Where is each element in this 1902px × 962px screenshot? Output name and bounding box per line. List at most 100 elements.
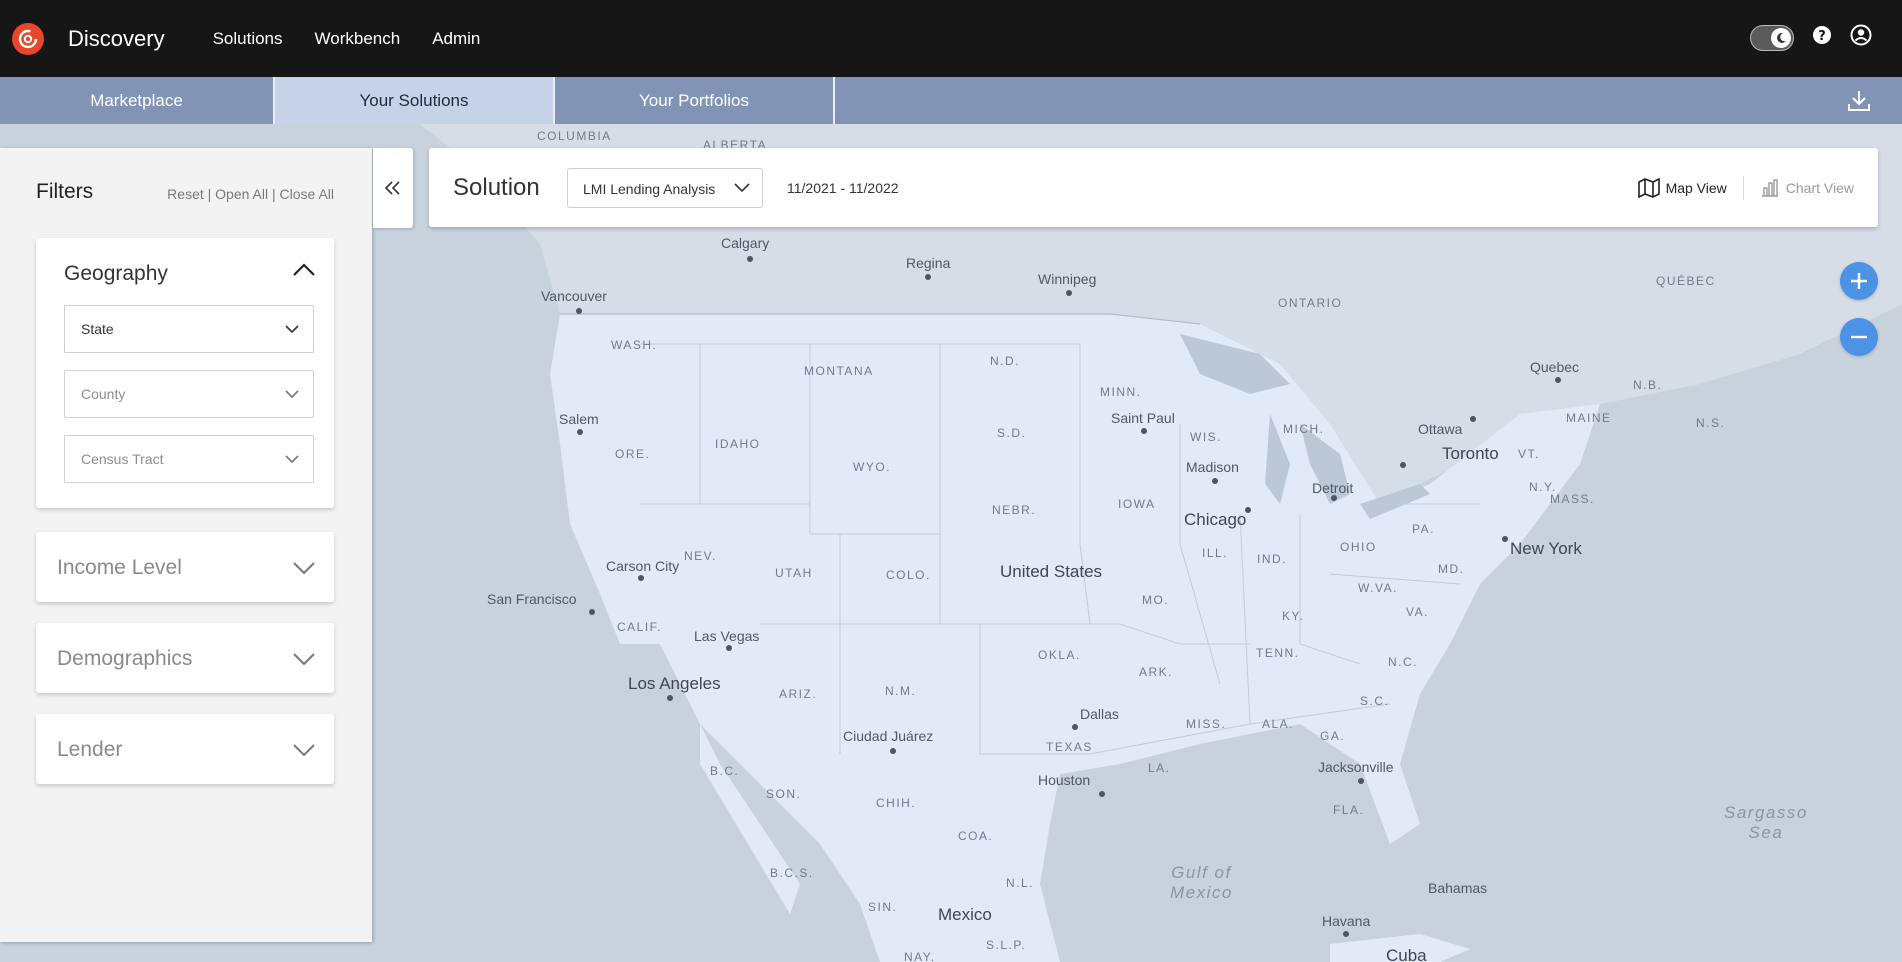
map-label-carson-city: Carson City bbox=[606, 558, 680, 574]
download-icon[interactable] bbox=[1846, 88, 1872, 119]
map-label-minn: MINN. bbox=[1100, 385, 1142, 399]
map-label-nay: NAY. bbox=[904, 950, 936, 962]
nav-workbench[interactable]: Workbench bbox=[315, 29, 401, 49]
city-dot bbox=[1072, 724, 1078, 730]
zoom-out-button[interactable] bbox=[1840, 318, 1878, 356]
map-label-idaho: IDAHO bbox=[715, 437, 761, 451]
chart-view-button[interactable]: Chart View bbox=[1760, 178, 1854, 198]
map-label-madison: Madison bbox=[1186, 459, 1239, 475]
theme-toggle[interactable] bbox=[1750, 24, 1794, 51]
city-dot bbox=[726, 645, 732, 651]
city-dot bbox=[1099, 791, 1105, 797]
income-level-title: Income Level bbox=[57, 556, 182, 579]
plus-icon bbox=[1851, 273, 1867, 289]
chevron-down-icon bbox=[734, 183, 750, 193]
tab-your-portfolios[interactable]: Your Portfolios bbox=[555, 77, 835, 124]
separator: | bbox=[272, 186, 276, 202]
city-dot bbox=[1358, 778, 1364, 784]
map-label-salem: Salem bbox=[559, 411, 599, 427]
city-dot bbox=[1212, 478, 1218, 484]
county-select-label: County bbox=[81, 386, 126, 402]
view-divider bbox=[1742, 176, 1744, 200]
map-label-maine: MAINE bbox=[1566, 411, 1612, 425]
geography-title: Geography bbox=[64, 262, 168, 285]
user-icon[interactable] bbox=[1850, 24, 1872, 51]
map-label-nebr: NEBR. bbox=[992, 503, 1037, 517]
demographics-card[interactable]: Demographics bbox=[36, 623, 334, 693]
census-tract-select[interactable]: Census Tract bbox=[64, 435, 314, 483]
solution-select[interactable]: LMI Lending Analysis bbox=[567, 168, 763, 208]
city-dot bbox=[890, 748, 896, 754]
top-nav-bar: Discovery Solutions Workbench Admin ? bbox=[0, 0, 1902, 77]
map-label-gulf-of-mexico: Gulf of Mexico bbox=[1170, 863, 1233, 902]
chevron-up-icon[interactable] bbox=[292, 262, 316, 283]
map-view-label: Map View bbox=[1665, 180, 1727, 196]
map-label-houston: Houston bbox=[1038, 772, 1091, 788]
city-dot bbox=[1245, 507, 1251, 513]
map-label-ottawa: Ottawa bbox=[1418, 421, 1463, 437]
tab-your-solutions[interactable]: Your Solutions bbox=[275, 77, 555, 124]
state-select[interactable]: State bbox=[64, 305, 314, 353]
filter-actions: Reset | Open All | Close All bbox=[167, 186, 334, 202]
nav-admin[interactable]: Admin bbox=[432, 29, 480, 49]
map-label-wyo: WYO. bbox=[853, 460, 891, 474]
map-label-vancouver: Vancouver bbox=[541, 288, 607, 304]
map-label-tenn: TENN. bbox=[1256, 646, 1300, 660]
lender-card[interactable]: Lender bbox=[36, 714, 334, 784]
map-label-texas: TEXAS bbox=[1046, 740, 1093, 754]
state-select-label: State bbox=[81, 321, 114, 337]
open-all-link[interactable]: Open All bbox=[215, 186, 268, 202]
map-label-coa: COA. bbox=[958, 829, 994, 843]
map-label-bc: B.C. bbox=[710, 764, 740, 778]
map-label-quebec: Quebec bbox=[1530, 359, 1580, 375]
map-label-chih: CHIH. bbox=[876, 796, 917, 810]
zoom-in-button[interactable] bbox=[1840, 262, 1878, 300]
city-dot bbox=[925, 274, 931, 280]
date-range: 11/2021 - 11/2022 bbox=[787, 180, 899, 196]
bar-chart-icon bbox=[1761, 179, 1778, 197]
income-level-card[interactable]: Income Level bbox=[36, 532, 334, 602]
solution-select-value: LMI Lending Analysis bbox=[583, 181, 716, 197]
nav-solutions[interactable]: Solutions bbox=[213, 29, 283, 49]
demographics-title: Demographics bbox=[57, 647, 193, 670]
map-label-slp: S.L.P. bbox=[986, 938, 1027, 952]
map-label-mass: MASS. bbox=[1550, 492, 1595, 506]
map-label-mo: MO. bbox=[1142, 593, 1170, 607]
map-label-calif: CALIF. bbox=[617, 620, 663, 634]
close-all-link[interactable]: Close All bbox=[280, 186, 334, 202]
map-label-mich: MICH. bbox=[1283, 422, 1325, 436]
filters-sidebar: Filters Reset | Open All | Close All Geo… bbox=[0, 148, 372, 942]
app-title: Discovery bbox=[68, 25, 165, 51]
map-label-ark: ARK. bbox=[1139, 665, 1174, 679]
map-label-bahamas: Bahamas bbox=[1428, 880, 1488, 896]
chart-view-label: Chart View bbox=[1785, 180, 1854, 196]
map-view-button[interactable]: Map View bbox=[1637, 178, 1727, 198]
city-dot bbox=[747, 256, 753, 262]
map-label-detroit: Detroit bbox=[1312, 480, 1354, 496]
map-label-ns: N.S. bbox=[1696, 416, 1726, 430]
city-dot bbox=[638, 575, 644, 581]
brand-logo-icon[interactable] bbox=[12, 22, 44, 55]
reset-link[interactable]: Reset bbox=[167, 186, 204, 202]
chevron-down-icon[interactable] bbox=[292, 742, 316, 763]
chevron-down-icon[interactable] bbox=[292, 651, 316, 672]
collapse-sidebar-button[interactable] bbox=[373, 148, 413, 228]
map-label-wva: W.VA. bbox=[1358, 581, 1398, 595]
svg-text:?: ? bbox=[1818, 29, 1826, 44]
moon-icon bbox=[1771, 27, 1791, 48]
map-label-wash: WASH. bbox=[611, 338, 658, 352]
map-label-la: LA. bbox=[1148, 761, 1171, 775]
city-dot bbox=[1400, 462, 1406, 468]
map-label-ontario: ONTARIO bbox=[1278, 296, 1343, 310]
county-select[interactable]: County bbox=[64, 370, 314, 418]
tab-marketplace[interactable]: Marketplace bbox=[0, 77, 275, 124]
map-label-sin: SIN. bbox=[868, 900, 898, 914]
map-label-quebec-region: QUÉBEC bbox=[1656, 274, 1716, 288]
help-icon[interactable]: ? bbox=[1812, 25, 1832, 50]
city-dot bbox=[1343, 931, 1349, 937]
map-label-jacksonville: Jacksonville bbox=[1318, 759, 1394, 775]
map-label-calgary: Calgary bbox=[721, 235, 770, 251]
map-label-iowa: IOWA bbox=[1118, 497, 1156, 511]
map-label-havana: Havana bbox=[1322, 913, 1371, 929]
chevron-down-icon[interactable] bbox=[292, 560, 316, 581]
